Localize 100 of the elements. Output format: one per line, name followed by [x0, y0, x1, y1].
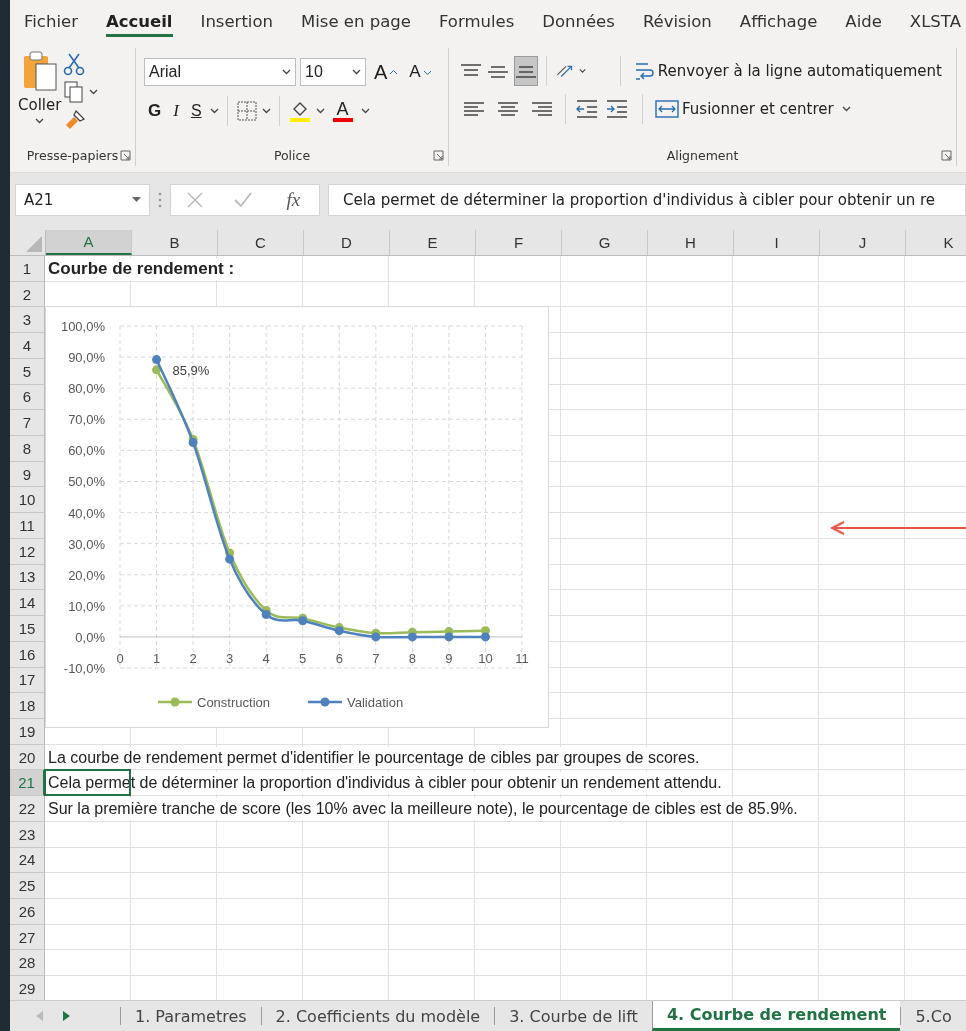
row-header[interactable]: 15 [10, 616, 45, 642]
caret-icon [315, 108, 325, 114]
sheet-tab[interactable]: 4. Courbe de rendement [651, 1001, 901, 1031]
column-header[interactable]: D [304, 230, 390, 255]
increase-indent-icon[interactable] [604, 98, 630, 120]
row-header[interactable]: 23 [10, 821, 45, 848]
dropdown-icon [132, 197, 141, 203]
row-header[interactable]: 2 [10, 281, 45, 308]
row-header[interactable]: 19 [10, 718, 45, 745]
wrap-text-button[interactable]: Renvoyer à la ligne automatiquement [628, 57, 946, 85]
legend-marker [308, 697, 342, 707]
row-header[interactable]: 4 [10, 333, 45, 359]
column-header[interactable]: I [734, 230, 820, 255]
row-header[interactable]: 18 [10, 693, 45, 719]
insert-function-button[interactable]: fx [282, 187, 305, 213]
y-tick-label: -10,0% [63, 661, 105, 676]
lines-icon [460, 64, 481, 78]
merge-icon [655, 99, 679, 119]
row-header[interactable]: 6 [10, 384, 45, 411]
underline-button[interactable]: S [186, 100, 206, 122]
row-header[interactable]: 26 [10, 898, 45, 925]
scissors-icon[interactable] [63, 52, 86, 76]
launcher-icon[interactable] [941, 150, 952, 161]
column-header[interactable]: B [132, 230, 218, 255]
row-header[interactable]: 1 [10, 256, 45, 282]
y-tick-label: 10,0% [68, 598, 105, 614]
font-family-field[interactable]: Arial [144, 58, 296, 86]
x-tick-label: 8 [408, 650, 416, 666]
scroll-right-icon[interactable] [62, 1011, 70, 1021]
row-header[interactable]: 8 [10, 436, 45, 462]
row-header[interactable]: 21 [10, 770, 45, 797]
ribbon-tab[interactable]: Formules [424, 0, 529, 42]
italic-button[interactable]: I [169, 99, 183, 123]
sheet-tab[interactable]: 2. Coefficients du modèle [260, 1007, 495, 1025]
bold-button[interactable]: G [144, 99, 166, 123]
row-header[interactable]: 24 [10, 847, 45, 874]
font-size-field[interactable]: 10 [300, 58, 366, 86]
row-header[interactable]: 10 [10, 487, 45, 514]
row-header[interactable]: 11 [10, 513, 45, 539]
check-icon[interactable] [233, 191, 254, 209]
row-header[interactable]: 20 [10, 744, 45, 771]
row-header[interactable]: 7 [10, 410, 45, 437]
font-color-button[interactable]: A [328, 100, 357, 122]
column-header[interactable]: F [476, 230, 562, 255]
row-header[interactable]: 14 [10, 590, 45, 617]
column-header[interactable]: H [648, 230, 734, 255]
launcher-icon[interactable] [120, 150, 131, 161]
sheet-tab[interactable]: 1. Parametres [120, 1007, 261, 1025]
group-label: Presse-papiers [26, 147, 119, 163]
lines-icon [488, 64, 509, 78]
group-label: Alignement [666, 147, 739, 163]
ribbon-tab[interactable]: Mise en page [287, 0, 425, 42]
merge-center-button[interactable]: Fusionner et centrer [651, 97, 838, 121]
row-header[interactable]: 12 [10, 538, 45, 565]
ribbon-tab[interactable]: Fichier [10, 0, 92, 42]
shrink-font-button[interactable]: A [405, 60, 435, 84]
y-tick-label: 20,0% [68, 567, 105, 583]
row-header[interactable]: 28 [10, 950, 45, 977]
column-header[interactable]: A [46, 230, 132, 255]
ribbon-tab[interactable]: Insertion [186, 0, 287, 42]
row-header[interactable]: 9 [10, 461, 45, 488]
ribbon-tab[interactable]: Accueil [91, 0, 187, 42]
ribbon-tab[interactable]: Aide [831, 0, 896, 42]
column-header[interactable]: G [562, 230, 648, 255]
sheet-tab[interactable]: 3. Courbe de lift [494, 1007, 652, 1025]
lines-icon [464, 102, 484, 116]
launcher-icon[interactable] [433, 150, 444, 161]
x-tick-label: 9 [445, 650, 453, 666]
row-header[interactable]: 29 [10, 976, 45, 1000]
row-header[interactable]: 5 [10, 358, 45, 385]
column-header[interactable]: E [390, 230, 476, 255]
row-header[interactable]: 27 [10, 924, 45, 951]
decrease-indent-icon[interactable] [574, 98, 600, 120]
caret-icon [352, 69, 361, 75]
align-bottom-button[interactable] [513, 56, 538, 86]
x-tick-label: 5 [299, 650, 307, 666]
row-header[interactable]: 22 [10, 796, 45, 822]
clipboard-icon [21, 50, 58, 92]
column-header[interactable]: K [906, 230, 966, 255]
ribbon-tab[interactable]: Affichage [725, 0, 832, 42]
sheet-tab[interactable]: 5.Co [900, 1007, 966, 1025]
y-tick-label: 100,0% [60, 319, 105, 334]
y-tick-label: 70,0% [68, 412, 105, 428]
data-point [188, 438, 198, 448]
row-header[interactable]: 16 [10, 641, 45, 668]
ribbon-tab[interactable]: Données [528, 0, 629, 42]
row-header[interactable]: 17 [10, 667, 45, 694]
y-tick-label: 80,0% [68, 381, 105, 397]
ribbon-tab[interactable]: XLSTA [895, 0, 966, 42]
column-header[interactable]: C [218, 230, 304, 255]
ribbon-tab[interactable]: Révision [628, 0, 726, 42]
row-header[interactable]: 3 [10, 307, 45, 334]
column-header[interactable]: J [820, 230, 906, 255]
formula-field[interactable]: Cela permet de déterminer la proportion d'individus à cibler pour obtenir un re [328, 184, 966, 216]
row-header[interactable]: 13 [10, 564, 45, 591]
paste-button[interactable]: Coller [16, 48, 64, 144]
row-header[interactable]: 25 [10, 873, 45, 899]
y-tick-label: 50,0% [68, 474, 105, 490]
grow-font-button[interactable]: A [370, 58, 402, 86]
name-box[interactable]: A21 [15, 184, 150, 216]
